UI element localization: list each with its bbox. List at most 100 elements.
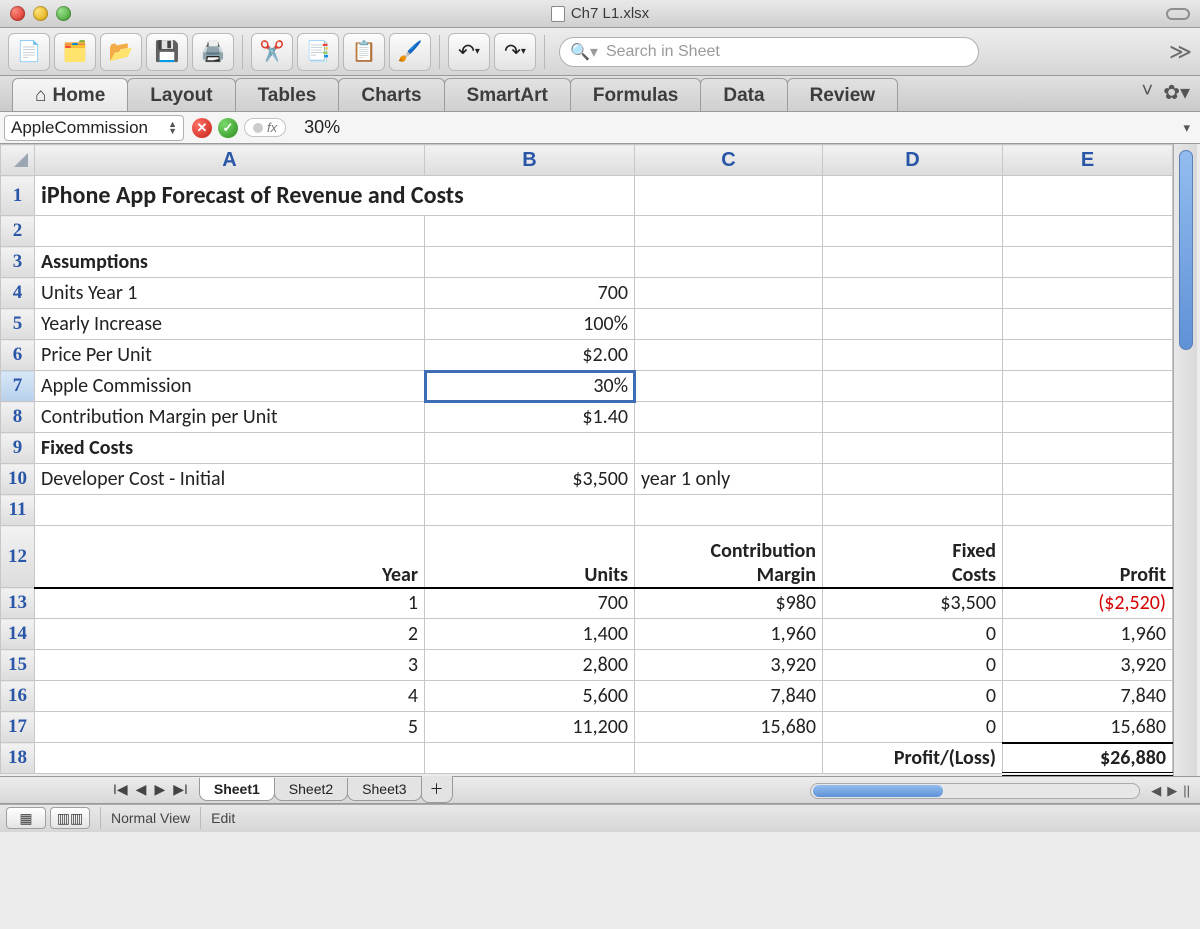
cell[interactable]	[823, 340, 1003, 371]
cell[interactable]: Apple Commission	[35, 371, 425, 402]
scroll-left-button[interactable]: ◀	[1151, 783, 1161, 799]
insert-function-button[interactable]: fx	[244, 118, 286, 137]
sheet-nav-buttons[interactable]: I◀◀▶▶I	[110, 779, 191, 800]
cell[interactable]	[425, 433, 635, 464]
open-button[interactable]: 📂	[100, 33, 142, 71]
cell[interactable]: $980	[635, 588, 823, 619]
col-header-B[interactable]: B	[425, 145, 635, 176]
cell[interactable]: 700	[425, 278, 635, 309]
row-header[interactable]: 9	[1, 433, 35, 464]
cell[interactable]: 3,920	[635, 650, 823, 681]
cell[interactable]	[1003, 278, 1173, 309]
cell[interactable]: ContributionMargin	[635, 526, 823, 588]
cell[interactable]	[35, 495, 425, 526]
cell[interactable]	[425, 247, 635, 278]
cell[interactable]: 700	[425, 588, 635, 619]
cell[interactable]	[823, 176, 1003, 216]
formula-input[interactable]: 30%	[294, 117, 1183, 138]
ribbon-collapse-button[interactable]: ˅	[1142, 80, 1154, 105]
cell[interactable]	[823, 216, 1003, 247]
minimize-window-button[interactable]	[33, 6, 48, 21]
cell[interactable]	[823, 433, 1003, 464]
cell[interactable]: 2	[35, 619, 425, 650]
cell[interactable]	[1003, 247, 1173, 278]
undo-button[interactable]: ↶▾	[448, 33, 490, 71]
cell[interactable]	[635, 402, 823, 433]
search-field[interactable]: 🔍▾ Search in Sheet	[559, 37, 979, 67]
cell[interactable]	[1003, 495, 1173, 526]
cell[interactable]	[425, 495, 635, 526]
cell[interactable]: 11,200	[425, 712, 635, 743]
cell[interactable]: 3,920	[1003, 650, 1173, 681]
cell[interactable]	[823, 371, 1003, 402]
cell[interactable]	[1003, 371, 1173, 402]
cell[interactable]	[823, 464, 1003, 495]
row-header[interactable]: 3	[1, 247, 35, 278]
cell[interactable]	[425, 216, 635, 247]
horizontal-scrollbar[interactable]	[810, 783, 1140, 799]
cell[interactable]: Yearly Increase	[35, 309, 425, 340]
toolbar-toggle-button[interactable]	[1166, 8, 1190, 20]
copy-button[interactable]: 📑	[297, 33, 339, 71]
cell[interactable]	[635, 247, 823, 278]
col-header-E[interactable]: E	[1003, 145, 1173, 176]
cell[interactable]	[1003, 464, 1173, 495]
cell[interactable]: Developer Cost - Initial	[35, 464, 425, 495]
tab-review[interactable]: Review	[787, 78, 898, 111]
cell[interactable]: 5,600	[425, 681, 635, 712]
cell[interactable]	[1003, 176, 1173, 216]
cell[interactable]: $26,880	[1003, 743, 1173, 774]
cell[interactable]: 0	[823, 681, 1003, 712]
sheet-tab-sheet1[interactable]: Sheet1	[199, 778, 275, 801]
cell[interactable]: 1,960	[635, 619, 823, 650]
cell[interactable]: ($2,520)	[1003, 588, 1173, 619]
cell[interactable]: 0	[823, 712, 1003, 743]
cell[interactable]: 15,680	[1003, 712, 1173, 743]
cell[interactable]: 15,680	[635, 712, 823, 743]
tab-layout[interactable]: Layout	[127, 78, 235, 111]
cell[interactable]	[1003, 340, 1173, 371]
redo-button[interactable]: ↷▾	[494, 33, 536, 71]
col-header-C[interactable]: C	[635, 145, 823, 176]
scrollbar-thumb[interactable]	[1179, 150, 1193, 350]
format-painter-button[interactable]: 🖌️	[389, 33, 431, 71]
template-gallery-button[interactable]: 🗂️	[54, 33, 96, 71]
cell[interactable]: iPhone App Forecast of Revenue and Costs	[35, 176, 635, 216]
cell[interactable]: FixedCosts	[823, 526, 1003, 588]
cell[interactable]: 1	[35, 588, 425, 619]
col-header-D[interactable]: D	[823, 145, 1003, 176]
row-header[interactable]: 10	[1, 464, 35, 495]
paste-button[interactable]: 📋	[343, 33, 385, 71]
row-header[interactable]: 7	[1, 371, 35, 402]
cell[interactable]	[35, 216, 425, 247]
formula-bar-expand-button[interactable]: ▾	[1183, 120, 1190, 136]
sheet-tab-sheet3[interactable]: Sheet3	[347, 778, 421, 801]
select-all-corner[interactable]	[1, 145, 35, 176]
cell[interactable]: Assumptions	[35, 247, 425, 278]
cell[interactable]: 7,840	[635, 681, 823, 712]
cell[interactable]	[635, 495, 823, 526]
cell[interactable]: 2,800	[425, 650, 635, 681]
row-header[interactable]: 17	[1, 712, 35, 743]
active-cell[interactable]: 30%	[425, 371, 635, 402]
cell[interactable]	[35, 743, 425, 774]
cell[interactable]	[823, 495, 1003, 526]
cell[interactable]: $1.40	[425, 402, 635, 433]
row-header[interactable]: 15	[1, 650, 35, 681]
row-header[interactable]: 18	[1, 743, 35, 774]
cell[interactable]: year 1 only	[635, 464, 823, 495]
row-header[interactable]: 14	[1, 619, 35, 650]
tab-home[interactable]: ⌂ Home	[12, 78, 128, 111]
new-workbook-button[interactable]: 📄	[8, 33, 50, 71]
cell[interactable]	[635, 433, 823, 464]
cell[interactable]: 5	[35, 712, 425, 743]
cut-button[interactable]: ✂️	[251, 33, 293, 71]
row-header[interactable]: 1	[1, 176, 35, 216]
tab-data[interactable]: Data	[700, 78, 787, 111]
row-header[interactable]: 16	[1, 681, 35, 712]
cell[interactable]	[635, 216, 823, 247]
print-button[interactable]: 🖨️	[192, 33, 234, 71]
ribbon-settings-button[interactable]: ✿▾	[1163, 80, 1190, 105]
cell[interactable]: 1,400	[425, 619, 635, 650]
toolbar-overflow-button[interactable]: ≫	[1169, 39, 1192, 65]
